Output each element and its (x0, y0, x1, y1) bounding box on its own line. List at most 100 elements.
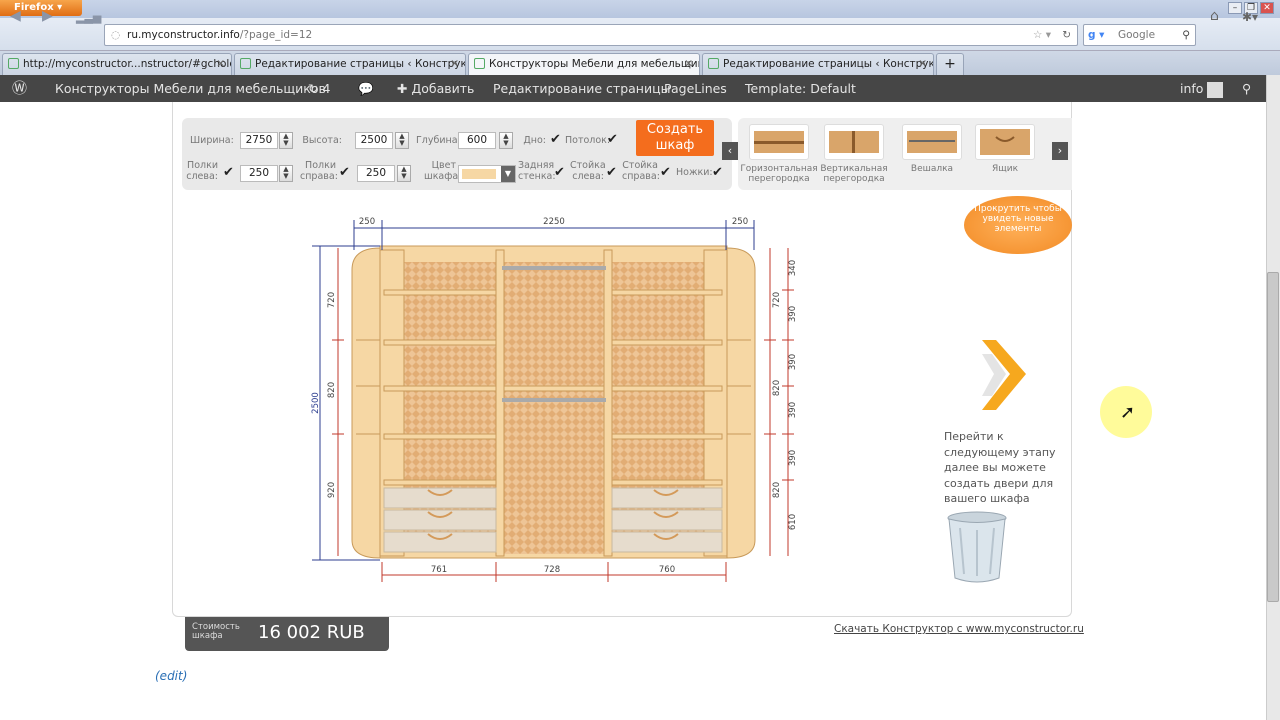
trash-icon[interactable] (946, 510, 1008, 584)
dim-right-inner-6: 610 (788, 514, 798, 530)
tab-1[interactable]: http://myconstructor...nstructor/#gchold… (2, 53, 232, 75)
right-post-label: Стойка справа: (622, 160, 660, 182)
google-icon: g ▾ (1088, 29, 1105, 41)
left-shelves-stepper[interactable]: ▲ ▼ (279, 165, 293, 182)
search-icon[interactable]: ⚲ (1182, 25, 1190, 45)
tab-close-icon[interactable]: ✕ (216, 54, 225, 74)
new-tab-button[interactable]: + (936, 53, 964, 75)
pagelines-link[interactable]: PageLines (664, 75, 727, 102)
reload-icon[interactable]: ↻ (1062, 25, 1071, 45)
hanger-rod-item[interactable] (902, 124, 962, 160)
back-icon[interactable]: ◀ (10, 8, 21, 24)
horizontal-partition-item[interactable] (749, 124, 809, 160)
depth-input[interactable]: 600 (458, 132, 496, 149)
left-shelves-label: Полки слева: (186, 160, 218, 182)
price-label: Стоимость шкафа (192, 622, 240, 641)
height-label: Высота: (302, 135, 342, 146)
color-select[interactable]: ▼ (458, 165, 516, 183)
template-link[interactable]: Template: Default (745, 75, 856, 102)
bottom-checkbox[interactable]: ✔ (550, 133, 563, 146)
hanger-rod-top (502, 266, 606, 270)
minimize-button[interactable]: – (1228, 2, 1242, 14)
add-new-label: Добавить (411, 81, 475, 96)
wp-search-icon[interactable]: ⚲ (1242, 75, 1251, 102)
depth-stepper[interactable]: ▲ ▼ (499, 132, 513, 149)
user-account-link[interactable]: info (1180, 75, 1224, 102)
width-input[interactable]: 2750 (240, 132, 278, 149)
left-shelves-input[interactable]: 250 (240, 165, 278, 182)
left-post-checkbox[interactable]: ✔ (606, 166, 619, 179)
next-step-arrow-icon[interactable] (980, 334, 1030, 414)
updates-link[interactable]: ↻ 4 (308, 75, 330, 102)
back-wall-label: Задняя стенка: (518, 160, 556, 182)
dim-total-height: 2500 (311, 392, 321, 414)
tab-close-icon[interactable]: ✕ (684, 54, 693, 74)
scrollbar-thumb[interactable] (1267, 272, 1279, 602)
mouse-cursor-icon: ➚ (1120, 402, 1136, 423)
bookmark-star-icon[interactable]: ☆ ▾ (1033, 25, 1051, 45)
tab-4[interactable]: Редактирование страницы ‹ Конструк... ✕ (702, 53, 934, 75)
url-input[interactable]: ◌ ru.myconstructor.info/?page_id=12 ☆ ▾ … (104, 24, 1078, 46)
tab-close-icon[interactable]: ✕ (450, 54, 459, 74)
legs-checkbox[interactable]: ✔ (712, 166, 725, 179)
right-shelves-checkbox[interactable]: ✔ (339, 166, 352, 179)
chevron-down-icon: ▼ (501, 166, 515, 182)
site-name-link[interactable]: Конструкторы Мебели для мебельщиков (55, 75, 326, 102)
tab-label: http://myconstructor...nstructor/#gchold… (23, 58, 232, 70)
tab-label: Редактирование страницы ‹ Конструк... (255, 58, 466, 70)
carousel-next-button[interactable]: › (1052, 142, 1068, 160)
middle-section-back (504, 262, 604, 554)
window-titlebar (0, 0, 1280, 18)
close-window-button[interactable]: ✕ (1260, 2, 1274, 14)
search-placeholder: Google (1118, 29, 1156, 41)
dim-right-outer-3: 820 (772, 482, 782, 498)
dim-left-2: 820 (327, 382, 337, 398)
tab-label: Конструкторы Мебели для мебельщик... (489, 58, 700, 70)
dim-right-inner-2: 390 (788, 306, 798, 322)
left-side-shelves (351, 247, 381, 559)
forward-icon[interactable]: ▶ (42, 8, 53, 24)
home-icon[interactable]: ⌂ (1210, 8, 1219, 24)
right-shelves-input[interactable]: 250 (357, 165, 395, 182)
right-shelves-stepper[interactable]: ▲ ▼ (397, 165, 411, 182)
user-name: info (1180, 81, 1204, 96)
download-constructor-link[interactable]: Скачать Конструктор с www.myconstructor.… (834, 623, 1084, 635)
updates-icon: ↻ (308, 81, 319, 96)
page-globe-icon: ◌ (111, 29, 121, 41)
bookmarks-bars-icon[interactable]: ▂▃▅ (76, 11, 101, 24)
width-stepper[interactable]: ▲ ▼ (279, 132, 293, 149)
tab-3-active[interactable]: Конструкторы Мебели для мебельщик... ✕ (468, 53, 700, 75)
edit-link[interactable]: (edit) (155, 669, 187, 683)
comments-icon[interactable]: 💬 (358, 75, 374, 102)
edit-page-link[interactable]: Редактирование страницы (493, 75, 670, 102)
ceiling-checkbox[interactable]: ✔ (607, 133, 620, 146)
wordpress-icon[interactable]: Ⓦ (12, 75, 27, 102)
right-post-checkbox[interactable]: ✔ (660, 166, 673, 179)
left-shelves-checkbox[interactable]: ✔ (223, 166, 236, 179)
drawer-icon (980, 129, 1030, 155)
height-stepper[interactable]: ▲ ▼ (395, 132, 409, 149)
create-wardrobe-button[interactable]: Создать шкаф (636, 120, 714, 156)
height-input[interactable]: 2500 (355, 132, 393, 149)
legs-label: Ножки: (676, 167, 713, 178)
tab-2[interactable]: Редактирование страницы ‹ Конструк... ✕ (234, 53, 466, 75)
avatar (1207, 81, 1224, 98)
bottom-label: Дно: (523, 135, 546, 146)
carousel-prev-button[interactable]: ‹ (722, 142, 738, 160)
dim-top-left: 250 (359, 217, 375, 227)
drawer-item[interactable] (975, 124, 1035, 160)
vertical-partition-item[interactable] (824, 124, 884, 160)
scroll-hint-bubble: Прокрутить чтобы увидеть новые элементы (964, 196, 1072, 254)
dim-left-3: 920 (327, 482, 337, 498)
tab-label: Редактирование страницы ‹ Конструк... (723, 58, 934, 70)
tab-close-icon[interactable]: ✕ (918, 54, 927, 74)
ceiling-label: Потолок: (565, 135, 611, 146)
search-input[interactable]: g ▾ Google ⚲ (1083, 24, 1196, 46)
right-side-shelves (726, 247, 756, 559)
site-favicon-icon (240, 58, 251, 69)
addons-menu-icon[interactable]: ✱▾ (1242, 10, 1258, 24)
add-new-link[interactable]: ✚ Добавить (397, 75, 474, 102)
back-wall-checkbox[interactable]: ✔ (554, 166, 567, 179)
dim-right-outer-1: 720 (772, 292, 782, 308)
item-label: Ящик (991, 164, 1018, 174)
